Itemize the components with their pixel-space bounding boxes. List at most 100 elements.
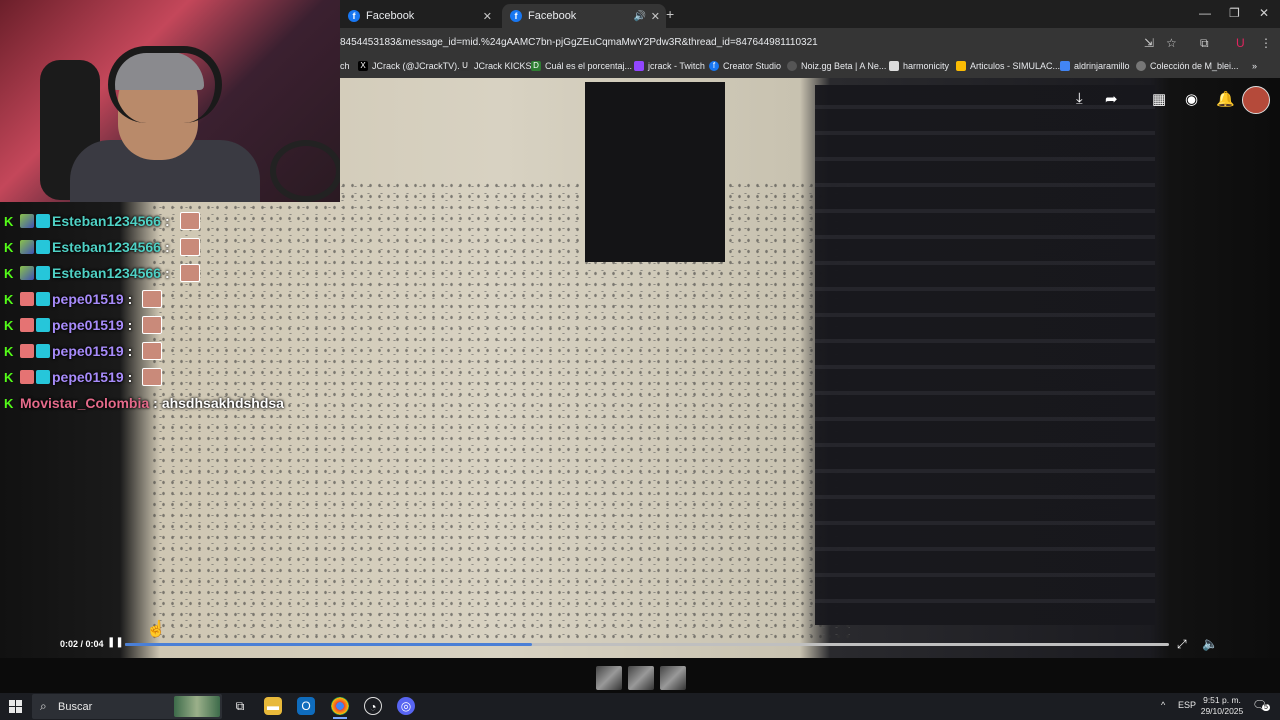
windows-taskbar: ⌕ Buscar ⧉ ▬ O ◔ ◎ ^ ESP 9:51 p. m. 29/1…: [0, 693, 1280, 720]
bookmark-icon: [1060, 61, 1070, 71]
video-frame-crates: [815, 85, 1155, 625]
speaker-icon[interactable]: 🔊: [634, 11, 646, 22]
chat-username: pepe01519: [52, 369, 124, 385]
menu-icon[interactable]: ⋮: [1260, 36, 1272, 50]
tab-facebook-1[interactable]: f Facebook ✕: [348, 4, 498, 28]
media-thumbnail[interactable]: [628, 666, 654, 690]
globe-icon: [1136, 61, 1146, 71]
chat-text: ahsdhsakhdshdsa: [161, 395, 284, 411]
kick-badge-icon: K: [4, 292, 14, 307]
search-icon: ⌕: [40, 699, 47, 713]
bookmark-icon: U: [460, 61, 470, 71]
notifications-bell-icon[interactable]: 🔔: [1216, 90, 1235, 108]
media-thumbnail[interactable]: [660, 666, 686, 690]
close-tab-icon[interactable]: ✕: [483, 10, 492, 23]
emote-icon: [142, 290, 163, 308]
video-time: 0:02 / 0:04: [60, 639, 104, 649]
video-progress-bar[interactable]: [125, 643, 1169, 646]
obs-icon[interactable]: ◔: [364, 697, 382, 715]
media-thumbnails: [596, 666, 686, 690]
video-progress-fill: [125, 643, 533, 646]
clock-time: 9:51 p. m.: [1203, 695, 1241, 705]
bookmark-item[interactable]: ch: [340, 61, 350, 71]
extensions-icon[interactable]: ⧉: [1200, 36, 1209, 51]
chat-separator: :: [127, 291, 133, 307]
media-thumbnail[interactable]: [596, 666, 622, 690]
bookmark-item[interactable]: aldrinjaramillo: [1060, 61, 1130, 71]
download-icon[interactable]: ⤓: [1076, 90, 1083, 107]
share-icon[interactable]: ➦: [1105, 90, 1118, 108]
messenger-icon[interactable]: ◉: [1185, 90, 1198, 108]
chat-message: K pepe01519 :: [4, 366, 163, 388]
chat-separator: :: [153, 395, 158, 411]
restore-icon[interactable]: ❐: [1229, 6, 1240, 20]
chrome-icon[interactable]: [331, 697, 349, 715]
new-tab-icon[interactable]: +: [666, 6, 674, 22]
fullscreen-icon[interactable]: ⤢: [1177, 637, 1187, 652]
webcam-overlay: [0, 0, 340, 202]
chat-message: K Esteban1234566 :: [4, 262, 200, 284]
chat-separator: :: [127, 369, 133, 385]
bookmark-item[interactable]: U JCrack KICKS: [460, 61, 532, 71]
headset: [108, 46, 222, 123]
facebook-icon: f: [510, 10, 522, 22]
gift-badge-icon: [36, 214, 50, 228]
bookmark-item[interactable]: jcrack - Twitch: [634, 61, 705, 71]
x-icon: X: [358, 61, 368, 71]
url-field[interactable]: 8454453183&message_id=mid.%24gAAMC7bn-pj…: [340, 37, 818, 48]
chat-username: Esteban1234566: [52, 265, 161, 281]
gift-badge-icon: [36, 240, 50, 254]
install-app-icon[interactable]: ⇲: [1144, 36, 1154, 50]
chat-username: Esteban1234566: [52, 239, 161, 255]
volume-icon[interactable]: 🔈: [1202, 636, 1218, 652]
sub-badge-icon: [20, 214, 34, 228]
bookmark-icon: D: [531, 61, 541, 71]
bookmark-item[interactable]: harmonicity: [889, 61, 949, 71]
file-explorer-icon[interactable]: ▬: [264, 697, 282, 715]
chat-username: pepe01519: [52, 317, 124, 333]
drive-icon: [956, 61, 966, 71]
apps-grid-icon[interactable]: ▦: [1152, 90, 1166, 108]
windows-start-icon[interactable]: [9, 700, 22, 713]
language-indicator[interactable]: ESP: [1178, 700, 1196, 710]
pause-icon[interactable]: ❚❚: [107, 637, 124, 648]
discord-icon[interactable]: ◎: [397, 697, 415, 715]
active-app-indicator: [333, 717, 347, 719]
chat-username: pepe01519: [52, 291, 124, 307]
emote-icon: [142, 368, 163, 386]
tray-chevron-icon[interactable]: ^: [1161, 700, 1165, 710]
chat-message: K Esteban1234566 :: [4, 210, 200, 232]
sub-badge-icon: [20, 344, 34, 358]
system-clock[interactable]: 9:51 p. m. 29/10/2025: [1198, 695, 1246, 717]
gift-badge-icon: [36, 344, 50, 358]
bookmark-item[interactable]: f Creator Studio: [709, 61, 781, 71]
more-bookmarks-icon[interactable]: »: [1252, 61, 1257, 71]
bookmark-item[interactable]: Noiz.gg Beta | A Ne...: [787, 61, 886, 71]
outlook-icon[interactable]: O: [297, 697, 315, 715]
task-view-icon[interactable]: ⧉: [231, 697, 249, 715]
avatar[interactable]: [1242, 86, 1270, 114]
facebook-icon: f: [709, 61, 719, 71]
bookmark-star-icon[interactable]: ☆: [1166, 36, 1177, 50]
bookmark-item[interactable]: D Cuál es el porcentaj...: [531, 61, 632, 71]
profile-icon[interactable]: U: [1236, 36, 1245, 50]
search-input[interactable]: ⌕ Buscar: [32, 694, 222, 719]
search-placeholder: Buscar: [58, 701, 93, 713]
gift-badge-icon: [36, 266, 50, 280]
close-tab-icon[interactable]: ✕: [651, 10, 660, 23]
chat-separator: :: [127, 317, 133, 333]
video-frame-cabinet: [585, 82, 725, 262]
emote-icon: [142, 342, 163, 360]
chat-separator: :: [164, 239, 170, 255]
tab-facebook-2[interactable]: f Facebook 🔊 ✕: [502, 4, 666, 28]
close-window-icon[interactable]: ✕: [1259, 6, 1269, 20]
search-highlight-image: [174, 696, 220, 717]
minimize-icon[interactable]: —: [1199, 6, 1211, 20]
sub-badge-icon: [20, 292, 34, 306]
tab-label: Facebook: [366, 10, 415, 22]
bookmark-item[interactable]: X JCrack (@JCrackTV)...: [358, 61, 465, 71]
chat-username: pepe01519: [52, 343, 124, 359]
bookmark-item[interactable]: Articulos - SIMULAC...: [956, 61, 1060, 71]
gift-badge-icon: [36, 292, 50, 306]
bookmark-item[interactable]: Colección de M_blei...: [1136, 61, 1239, 71]
